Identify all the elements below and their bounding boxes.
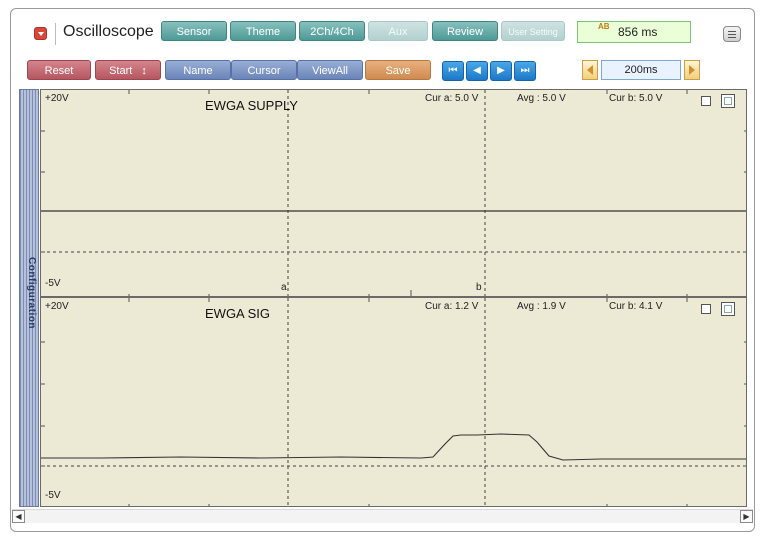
next-page-button[interactable]: ▶ [490,61,512,81]
cursor-b-readout: Cur b: 5.0 V [609,93,663,104]
app-title: Oscilloscope [63,23,154,40]
prev-page-button[interactable]: ◀ [466,61,488,81]
top-toolbar: Oscilloscope Sensor Theme 2Ch/4Ch Aux Re… [11,9,754,51]
last-page-button[interactable]: ⏭ [514,61,536,81]
configuration-tab[interactable]: Configuration [19,89,39,507]
close-icon[interactable] [34,27,47,40]
channel-expand-button[interactable] [721,94,735,108]
first-page-button[interactable]: ⏮ [442,61,464,81]
ymax-label: +20V [45,301,69,312]
start-button[interactable]: Start ↕ [95,60,161,80]
cursor-a-marker[interactable]: a [281,282,287,293]
channel-panel-1[interactable]: +20V -5V EWGA SUPPLY Cur a: 5.0 V Avg : … [40,89,747,297]
2ch-4ch-button[interactable]: 2Ch/4Ch [299,21,365,41]
cursor-b-readout: Cur b: 4.1 V [609,301,663,312]
oscilloscope-window: Oscilloscope Sensor Theme 2Ch/4Ch Aux Re… [10,8,755,532]
channel-checkbox[interactable] [701,96,711,106]
configuration-label: Configuration [26,257,37,330]
time-value: 856 ms [618,25,658,39]
channel-2-plot [41,298,746,506]
viewall-button[interactable]: ViewAll [297,60,363,80]
time-readout: AB 856 ms [577,21,691,43]
save-button[interactable]: Save [365,60,431,80]
horizontal-scrollbar[interactable]: ◀ ▶ [12,509,753,523]
ymin-label: -5V [45,278,61,289]
channel-1-plot [41,90,746,296]
scroll-right-icon[interactable]: ▶ [740,510,753,523]
ymin-label: -5V [45,490,61,501]
triangle-right-icon [689,65,695,75]
cursor-a-readout: Cur a: 1.2 V [425,301,479,312]
channel-title: EWGA SUPPLY [205,98,298,113]
sensor-button[interactable]: Sensor [161,21,227,41]
theme-button[interactable]: Theme [230,21,296,41]
reset-button[interactable]: Reset [27,60,91,80]
cursor-b-marker[interactable]: b [476,282,482,293]
channel-panel-2[interactable]: +20V -5V EWGA SIG Cur a: 1.2 V Avg : 1.9… [40,297,747,507]
menu-icon[interactable] [723,26,741,42]
zoom-decrease-button[interactable] [582,60,598,80]
triangle-left-icon [587,65,593,75]
user-setting-button[interactable]: User Setting [501,21,565,41]
divider [55,23,56,45]
channel-expand-button[interactable] [721,302,735,316]
channel-title: EWGA SIG [205,306,271,321]
name-button[interactable]: Name [165,60,231,80]
start-label: Start [109,65,133,77]
review-button[interactable]: Review [432,21,498,41]
ab-icon: AB [598,22,610,31]
start-dropdown-icon: ↕ [141,65,147,77]
scroll-left-icon[interactable]: ◀ [12,510,25,523]
cursor-button[interactable]: Cursor [231,60,297,80]
zoom-increase-button[interactable] [684,60,700,80]
channel-checkbox[interactable] [701,304,711,314]
aux-button[interactable]: Aux [368,21,428,41]
average-readout: Avg : 5.0 V [517,93,566,104]
ymax-label: +20V [45,93,69,104]
cursor-a-readout: Cur a: 5.0 V [425,93,479,104]
average-readout: Avg : 1.9 V [517,301,566,312]
zoom-field[interactable]: 200ms [601,60,681,80]
